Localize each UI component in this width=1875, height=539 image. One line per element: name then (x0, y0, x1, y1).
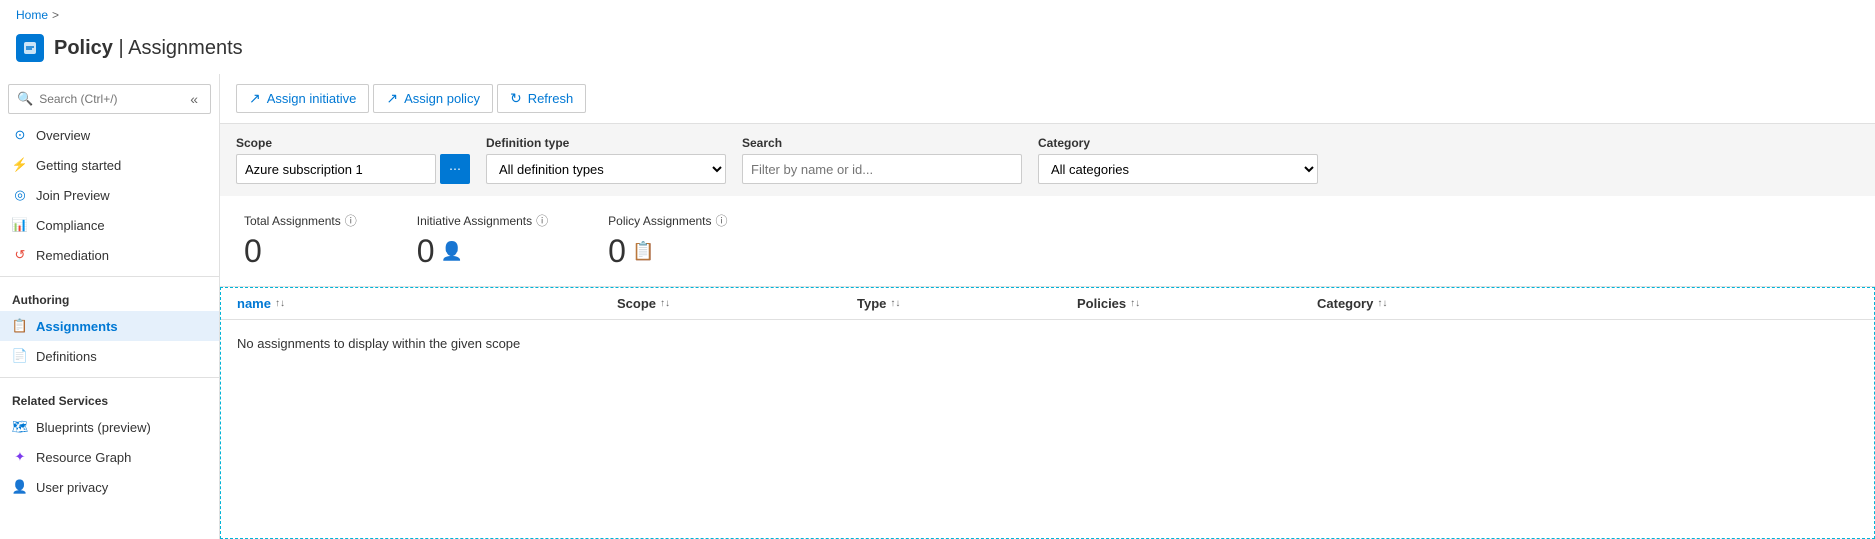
total-assignments-label: Total Assignments ⓘ (244, 212, 357, 229)
sidebar-item-label: Resource Graph (36, 450, 131, 465)
resource-graph-icon: ✦ (12, 449, 28, 465)
definitions-icon: 📄 (12, 348, 28, 364)
total-assignments-value: 0 (244, 233, 262, 270)
scope-input[interactable] (236, 154, 436, 184)
sidebar-item-label: Join Preview (36, 188, 110, 203)
scope-filter-group: Scope ⋯ (236, 136, 470, 184)
breadcrumb: Home > (0, 0, 1875, 30)
page-title-bar: Policy | Assignments (0, 30, 1875, 74)
definition-type-filter-group: Definition type All definition types Ini… (486, 136, 726, 184)
assign-policy-button[interactable]: ↗ Assign policy (373, 84, 493, 113)
assign-initiative-button[interactable]: ↗ Assign initiative (236, 84, 369, 113)
scope-input-row: ⋯ (236, 154, 470, 184)
sidebar-item-label: Remediation (36, 248, 109, 263)
policy-assignments-info-icon[interactable]: ⓘ (716, 212, 728, 229)
policies-sort-icon[interactable]: ↑↓ (1130, 299, 1140, 309)
search-filter-input[interactable] (742, 154, 1022, 184)
policy-icon (16, 34, 44, 62)
remediation-icon: ↺ (12, 247, 28, 263)
initiative-assignments-icon: 👤 (441, 241, 463, 262)
name-sort-icon[interactable]: ↑↓ (275, 299, 285, 309)
sidebar-item-join-preview[interactable]: ◎ Join Preview (0, 180, 219, 210)
sidebar-item-assignments[interactable]: 📋 Assignments (0, 311, 219, 341)
assignments-table: name ↑↓ Scope ↑↓ Type ↑↓ Policies ↑↓ Cat… (220, 287, 1875, 539)
policy-assignments-icon: 📋 (632, 241, 654, 262)
related-section-label: Related Services (0, 384, 219, 412)
assign-policy-icon: ↗ (386, 90, 398, 107)
definition-type-label: Definition type (486, 136, 726, 150)
sidebar-item-resource-graph[interactable]: ✦ Resource Graph (0, 442, 219, 472)
category-select[interactable]: All categories (1038, 154, 1318, 184)
sidebar-item-definitions[interactable]: 📄 Definitions (0, 341, 219, 371)
sidebar-item-blueprints[interactable]: 🗺 Blueprints (preview) (0, 412, 219, 442)
search-icon: 🔍 (17, 91, 33, 107)
join-preview-icon: ◎ (12, 187, 28, 203)
initiative-assignments-stat: Initiative Assignments ⓘ 0 👤 (417, 212, 548, 270)
initiative-assignments-label: Initiative Assignments ⓘ (417, 212, 548, 229)
type-sort-icon[interactable]: ↑↓ (890, 299, 900, 309)
breadcrumb-home[interactable]: Home (16, 8, 48, 22)
column-header-category[interactable]: Category ↑↓ (1317, 296, 1858, 311)
scope-label: Scope (236, 136, 470, 150)
category-filter-group: Category All categories (1038, 136, 1318, 184)
column-header-type[interactable]: Type ↑↓ (857, 296, 1077, 311)
sidebar-item-label: Definitions (36, 349, 97, 364)
search-label: Search (742, 136, 1022, 150)
sidebar-item-label: Getting started (36, 158, 121, 173)
column-header-name[interactable]: name ↑↓ (237, 296, 617, 311)
sidebar-search-container: 🔍 « (8, 84, 211, 114)
stats-bar: Total Assignments ⓘ 0 Initiative Assignm… (220, 196, 1875, 287)
sidebar-item-overview[interactable]: ⊙ Overview (0, 120, 219, 150)
search-filter-group: Search (742, 136, 1022, 184)
sidebar: 🔍 « ⊙ Overview ⚡ Getting started ◎ Join … (0, 74, 220, 539)
sidebar-item-remediation[interactable]: ↺ Remediation (0, 240, 219, 270)
page-title: Policy | Assignments (54, 37, 243, 60)
initiative-assignments-info-icon[interactable]: ⓘ (536, 212, 548, 229)
total-assignments-stat: Total Assignments ⓘ 0 (244, 212, 357, 270)
sidebar-item-label: Blueprints (preview) (36, 420, 151, 435)
policy-assignments-value: 0 (608, 233, 626, 270)
scope-sort-icon[interactable]: ↑↓ (660, 299, 670, 309)
policy-assignments-stat: Policy Assignments ⓘ 0 📋 (608, 212, 727, 270)
sidebar-item-getting-started[interactable]: ⚡ Getting started (0, 150, 219, 180)
breadcrumb-separator: > (52, 8, 59, 22)
sidebar-item-label: Compliance (36, 218, 105, 233)
refresh-icon: ↻ (510, 90, 522, 107)
sidebar-item-label: Assignments (36, 319, 118, 334)
sidebar-divider-related (0, 377, 219, 378)
category-label: Category (1038, 136, 1318, 150)
authoring-section-label: Authoring (0, 283, 219, 311)
initiative-assignments-value: 0 (417, 233, 435, 270)
column-header-scope[interactable]: Scope ↑↓ (617, 296, 857, 311)
toolbar: ↗ Assign initiative ↗ Assign policy ↻ Re… (220, 74, 1875, 124)
assign-initiative-icon: ↗ (249, 90, 261, 107)
assignments-icon: 📋 (12, 318, 28, 334)
category-sort-icon[interactable]: ↑↓ (1377, 299, 1387, 309)
column-header-policies[interactable]: Policies ↑↓ (1077, 296, 1317, 311)
getting-started-icon: ⚡ (12, 157, 28, 173)
filter-bar: Scope ⋯ Definition type All definition t… (220, 124, 1875, 196)
policy-assignments-label: Policy Assignments ⓘ (608, 212, 727, 229)
table-empty-message: No assignments to display within the giv… (221, 320, 1874, 367)
search-input[interactable] (39, 92, 180, 106)
sidebar-item-label: Overview (36, 128, 90, 143)
total-assignments-info-icon[interactable]: ⓘ (345, 212, 357, 229)
definition-type-select[interactable]: All definition types Initiative Policy (486, 154, 726, 184)
table-header: name ↑↓ Scope ↑↓ Type ↑↓ Policies ↑↓ Cat… (221, 288, 1874, 320)
scope-select-icon: ⋯ (449, 162, 461, 176)
scope-select-button[interactable]: ⋯ (440, 154, 470, 184)
main-content: ↗ Assign initiative ↗ Assign policy ↻ Re… (220, 74, 1875, 539)
collapse-button[interactable]: « (186, 89, 202, 109)
sidebar-divider-authoring (0, 276, 219, 277)
blueprints-icon: 🗺 (12, 419, 28, 435)
sidebar-item-label: User privacy (36, 480, 108, 495)
user-privacy-icon: 👤 (12, 479, 28, 495)
compliance-icon: 📊 (12, 217, 28, 233)
sidebar-item-compliance[interactable]: 📊 Compliance (0, 210, 219, 240)
sidebar-item-user-privacy[interactable]: 👤 User privacy (0, 472, 219, 502)
refresh-button[interactable]: ↻ Refresh (497, 84, 586, 113)
overview-icon: ⊙ (12, 127, 28, 143)
